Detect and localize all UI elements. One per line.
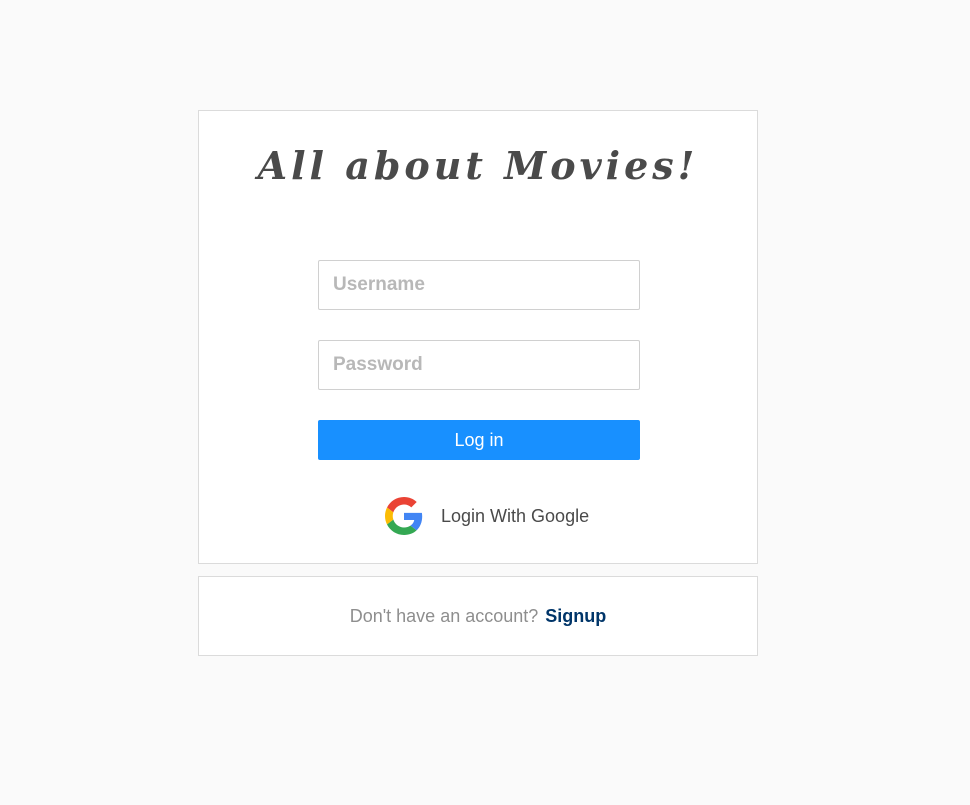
brand-title: All about Movies! bbox=[257, 143, 699, 188]
login-button[interactable]: Log in bbox=[318, 420, 640, 460]
google-icon bbox=[385, 497, 423, 535]
password-input[interactable] bbox=[318, 340, 640, 390]
google-login-label: Login With Google bbox=[441, 505, 590, 526]
username-input[interactable] bbox=[318, 260, 640, 310]
signup-link[interactable]: Signup bbox=[545, 606, 606, 627]
login-card: All about Movies! Log in Login With Goog… bbox=[198, 110, 758, 564]
google-login-button[interactable]: Login With Google bbox=[385, 497, 589, 535]
signup-card: Don't have an account? Signup bbox=[198, 576, 758, 656]
signup-prompt: Don't have an account? bbox=[349, 605, 539, 626]
